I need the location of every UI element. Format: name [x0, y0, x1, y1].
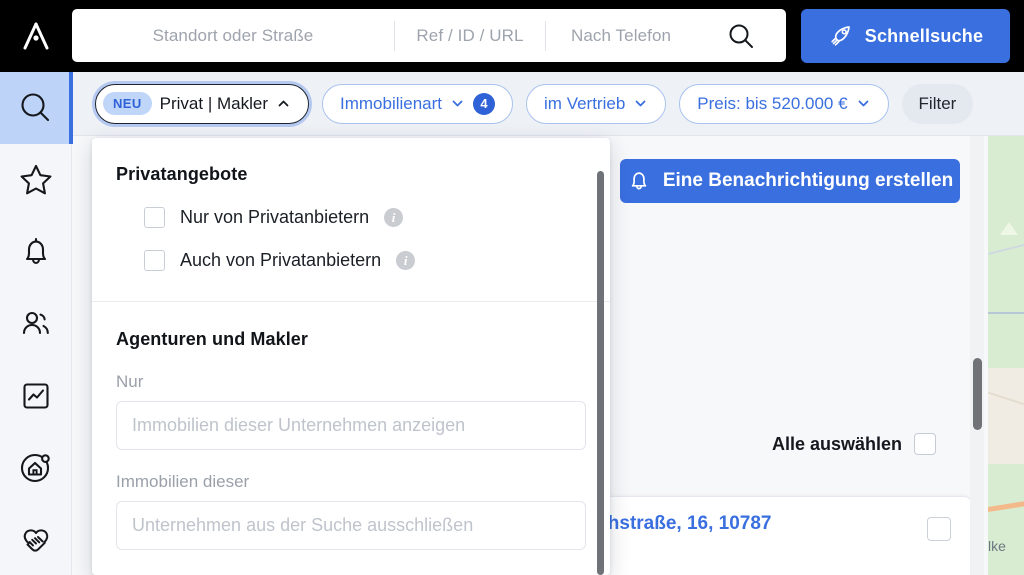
map-street-label: lke: [988, 538, 1006, 554]
search-submit-button[interactable]: [696, 9, 786, 62]
chevron-up-icon: [278, 100, 289, 107]
filter-chip-privat-makler[interactable]: NEU Privat | Makler: [95, 83, 309, 124]
app-logo[interactable]: [0, 0, 72, 72]
panel-section-private: Privatangebote Nur von Privatanbietern i…: [92, 138, 610, 271]
option-checkbox[interactable]: [144, 207, 165, 228]
results-scrollbar[interactable]: [970, 136, 984, 575]
option-nur-von-privatanbietern[interactable]: Nur von Privatanbietern i: [116, 207, 586, 228]
sidebar-item-deals[interactable]: [0, 504, 72, 575]
logo-a-icon: [23, 22, 49, 50]
map-panel[interactable]: lke: [988, 136, 1024, 575]
panel-section-agencies: Agenturen und Makler Nur Immobilien dies…: [92, 302, 610, 550]
chevron-down-icon: [635, 100, 646, 107]
select-all-checkbox[interactable]: [914, 433, 937, 455]
search-phone-input[interactable]: Nach Telefon: [546, 9, 696, 62]
results-scrollbar-thumb[interactable]: [973, 358, 982, 430]
app-root: Standort oder Straße Ref / ID / URL Nach…: [0, 0, 1024, 575]
map-road-line: [988, 312, 1024, 314]
info-icon[interactable]: i: [384, 208, 404, 227]
select-all-row[interactable]: Alle auswählen: [772, 433, 937, 455]
filter-bar: NEU Privat | Makler Immobilienart 4 im V…: [72, 72, 1024, 136]
option-auch-von-privatanbietern[interactable]: Auch von Privatanbietern i: [116, 250, 586, 271]
field-label-nur: Nur: [116, 372, 144, 391]
chevron-down-icon: [858, 100, 868, 107]
include-companies-input[interactable]: Immobilien dieser Unternehmen anzeigen: [116, 401, 586, 450]
sidebar-item-contacts[interactable]: [0, 288, 72, 360]
map-polygon: [1000, 222, 1018, 235]
filter-chip-immobilienart[interactable]: Immobilienart 4: [321, 83, 514, 124]
chart-image-icon: [23, 383, 49, 409]
map-urban-area: [988, 368, 1024, 464]
chevron-down-icon: [452, 100, 463, 107]
star-icon: [20, 164, 52, 195]
sidebar-item-search[interactable]: [0, 72, 73, 144]
rocket-icon: [831, 26, 850, 46]
filter-chip-im-vertrieb[interactable]: im Vertrieb: [526, 83, 667, 124]
filter-chip-label: Immobilienart: [339, 93, 443, 113]
sidebar-item-favorites[interactable]: [0, 144, 72, 216]
top-bar: Standort oder Straße Ref / ID / URL Nach…: [0, 0, 1024, 72]
bell-icon: [631, 172, 647, 190]
privat-makler-dropdown-panel: Privatangebote Nur von Privatanbietern i…: [92, 138, 610, 575]
bell-icon: [25, 237, 47, 265]
panel-scrollbar[interactable]: [597, 171, 604, 575]
filter-chip-filter[interactable]: Filter: [901, 83, 974, 124]
create-notification-label: Eine Benachrichtigung erstellen: [662, 170, 954, 191]
sidebar-item-alerts[interactable]: [0, 216, 72, 288]
search-icon: [21, 93, 50, 122]
create-notification-button[interactable]: Eine Benachrichtigung erstellen: [620, 159, 960, 203]
filter-count-badge: 4: [473, 92, 496, 115]
sidebar: [0, 72, 73, 575]
neu-badge: NEU: [103, 92, 152, 115]
exclude-companies-input[interactable]: Unternehmen aus der Suche ausschließen: [116, 501, 586, 550]
select-all-label: Alle auswählen: [772, 433, 903, 454]
quick-search-button[interactable]: Schnellsuche: [801, 9, 1010, 63]
field-label-immobilien-dieser: Immobilien dieser: [116, 472, 250, 491]
home-circle-icon: [20, 453, 50, 483]
panel-section-title: Privatangebote: [116, 164, 248, 184]
search-ref-input[interactable]: Ref / ID / URL: [395, 9, 545, 62]
option-label: Auch von Privatanbietern: [180, 250, 382, 270]
filter-chip-label: Preis: bis 520.000 €: [697, 93, 848, 113]
filter-chip-label: Privat | Makler: [159, 93, 268, 113]
global-search-bar[interactable]: Standort oder Straße Ref / ID / URL Nach…: [72, 9, 786, 62]
filter-chip-label: Filter: [918, 93, 957, 113]
listing-checkbox[interactable]: [927, 517, 951, 541]
info-icon[interactable]: i: [396, 251, 416, 270]
people-icon: [22, 311, 49, 335]
filter-chip-preis[interactable]: Preis: bis 520.000 €: [679, 83, 889, 124]
panel-scrollbar-thumb[interactable]: [597, 171, 604, 575]
search-icon: [729, 24, 753, 48]
search-location-input[interactable]: Standort oder Straße: [72, 9, 394, 62]
panel-section-title: Agenturen und Makler: [116, 329, 309, 349]
handshake-icon: [23, 529, 49, 552]
option-checkbox[interactable]: [144, 250, 165, 271]
sidebar-item-properties[interactable]: [0, 432, 72, 504]
quick-search-label: Schnellsuche: [864, 25, 984, 46]
option-label: Nur von Privatanbietern: [180, 207, 370, 227]
filter-chip-label: im Vertrieb: [544, 93, 626, 113]
sidebar-item-statistics[interactable]: [0, 360, 72, 432]
